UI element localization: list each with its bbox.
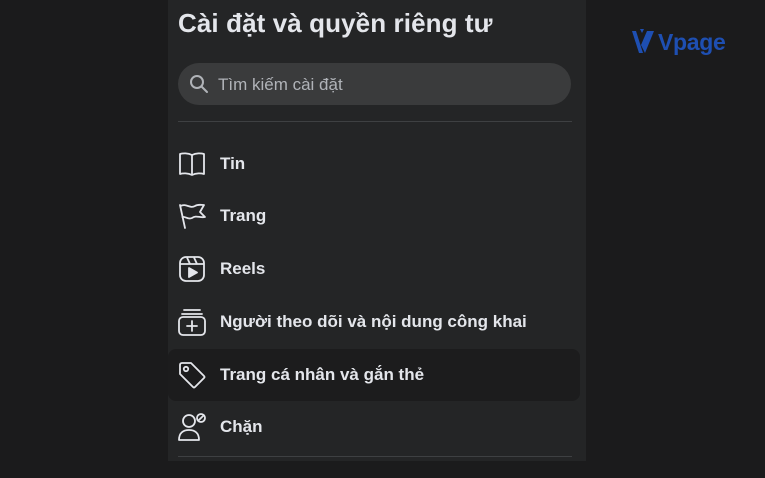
menu-item-label: Chặn [220,417,263,436]
menu-item-label: Trang [220,206,267,225]
search-icon [189,74,209,94]
search-field[interactable] [178,63,571,107]
menu-item-stories[interactable]: Tin [168,138,580,190]
menu-item-label: Trang cá nhân và gắn thẻ [220,365,425,384]
settings-panel: Cài đặt và quyền riêng tư Tin [168,0,586,461]
divider [178,456,572,457]
menu-item-profile-tagging[interactable]: Trang cá nhân và gắn thẻ [168,349,580,401]
tag-icon [176,359,208,391]
page-title: Cài đặt và quyền riêng tư [178,8,493,38]
menu-item-pages[interactable]: Trang [168,190,580,242]
brand-name: Vpage [658,28,726,55]
block-user-icon [176,411,208,443]
menu-item-label: Reels [220,259,266,278]
vpage-logo-mark [632,29,654,53]
followers-icon [176,306,208,338]
menu-item-label: Tin [220,154,246,173]
divider [178,121,572,122]
menu-item-followers[interactable]: Người theo dõi và nội dung công khai [168,296,580,348]
reels-icon [176,253,208,285]
menu-item-label: Người theo dõi và nội dung công khai [220,312,527,331]
book-icon [176,148,208,180]
search-input[interactable] [216,63,560,107]
menu-item-blocking[interactable]: Chặn [168,401,580,453]
vpage-logo: Vpage [630,25,726,59]
menu-item-reels[interactable]: Reels [168,243,580,295]
flag-icon [176,200,208,232]
